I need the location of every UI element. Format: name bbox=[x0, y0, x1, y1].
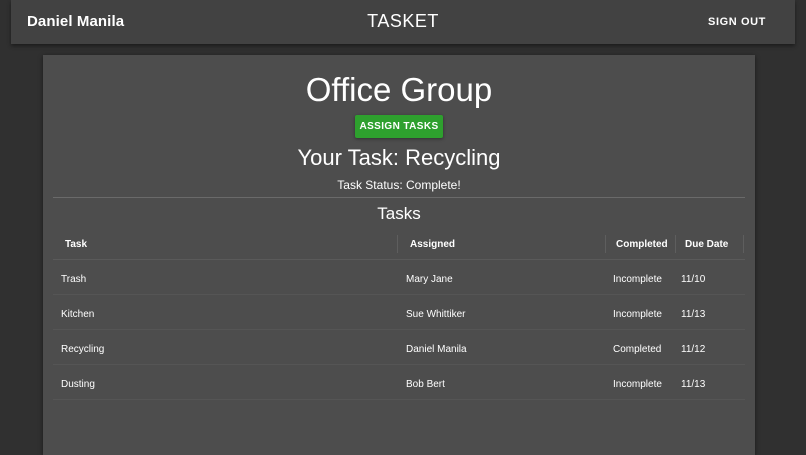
group-title: Office Group bbox=[305, 71, 493, 108]
table-row[interactable]: Recycling Daniel Manila Completed 11/12 bbox=[53, 330, 745, 365]
app-title: TASKET bbox=[367, 11, 439, 31]
cell-task: Dusting bbox=[61, 379, 95, 390]
cell-task: Recycling bbox=[61, 344, 105, 355]
column-separator bbox=[605, 235, 606, 253]
cell-task: Trash bbox=[61, 274, 87, 285]
column-header-due-date[interactable]: Due Date bbox=[685, 239, 728, 250]
cell-task: Kitchen bbox=[61, 309, 95, 320]
group-card: Office Group ASSIGN TASKS Your Task: Rec… bbox=[43, 55, 755, 455]
cell-due-date: 11/13 bbox=[681, 309, 706, 320]
cell-assigned: Mary Jane bbox=[406, 274, 453, 285]
cell-completed: Incomplete bbox=[613, 309, 662, 320]
cell-completed: Incomplete bbox=[613, 379, 662, 390]
divider bbox=[53, 197, 745, 198]
column-header-task[interactable]: Task bbox=[65, 239, 87, 250]
app-bar: Daniel Manila TASKET SIGN OUT bbox=[11, 0, 795, 44]
cell-completed: Incomplete bbox=[613, 274, 662, 285]
cell-assigned: Sue Whittiker bbox=[406, 309, 466, 320]
cell-due-date: 11/10 bbox=[681, 274, 706, 285]
tasks-table: Task Assigned Completed Due Date Trash M… bbox=[53, 227, 745, 400]
your-task-heading: Your Task: Recycling bbox=[297, 145, 501, 170]
cell-completed: Completed bbox=[613, 344, 662, 355]
cell-due-date: 11/13 bbox=[681, 379, 706, 390]
assign-tasks-button[interactable]: ASSIGN TASKS bbox=[355, 115, 443, 138]
table-row[interactable]: Dusting Bob Bert Incomplete 11/13 bbox=[53, 365, 745, 400]
table-header: Task Assigned Completed Due Date bbox=[53, 227, 745, 260]
sign-out-button[interactable]: SIGN OUT bbox=[708, 16, 766, 28]
task-status-text: Task Status: Complete! bbox=[337, 178, 461, 192]
column-header-assigned[interactable]: Assigned bbox=[410, 239, 455, 250]
cell-due-date: 11/12 bbox=[681, 344, 706, 355]
column-header-completed[interactable]: Completed bbox=[616, 239, 668, 250]
cell-assigned: Daniel Manila bbox=[406, 344, 467, 355]
cell-assigned: Bob Bert bbox=[406, 379, 445, 390]
table-row[interactable]: Trash Mary Jane Incomplete 11/10 bbox=[53, 260, 745, 295]
table-row[interactable]: Kitchen Sue Whittiker Incomplete 11/13 bbox=[53, 295, 745, 330]
column-separator bbox=[743, 235, 744, 253]
column-separator bbox=[675, 235, 676, 253]
column-separator bbox=[397, 235, 398, 253]
tasks-heading: Tasks bbox=[377, 204, 421, 223]
